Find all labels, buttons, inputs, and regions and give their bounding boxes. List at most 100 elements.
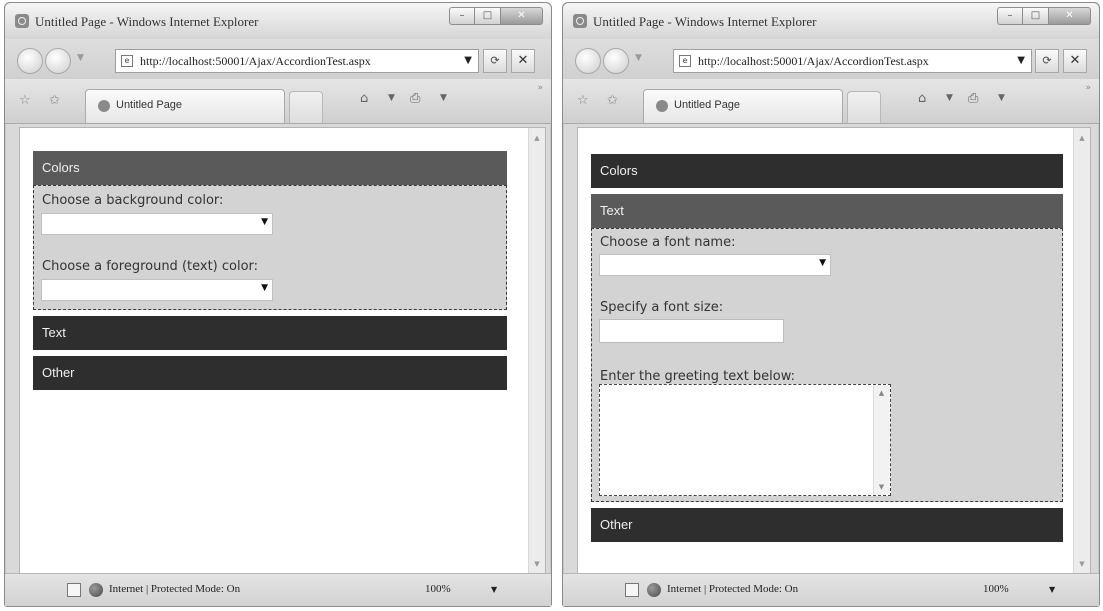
navigation-bar: ▼ e http://localhost:50001/Ajax/Accordio… [5,39,551,79]
foreground-color-select[interactable]: ▼ [41,279,273,301]
chevron-down-icon: ▼ [261,217,268,227]
home-dropdown-icon[interactable]: ▼ [946,93,953,103]
accordion-header-text[interactable]: Text [33,316,507,350]
tab-label: Untitled Page [116,99,183,111]
caption-buttons: – □ ✕ [997,7,1091,25]
zoom-level[interactable]: 100% [425,583,451,595]
internet-explorer-icon [573,14,587,28]
background-color-label: Choose a background color: [42,193,224,208]
security-zone-status[interactable]: Internet | Protected Mode: On [109,583,240,595]
scroll-up-icon[interactable]: ▲ [529,134,545,142]
font-name-select[interactable]: ▼ [599,254,831,276]
back-button[interactable] [575,48,601,74]
accordion-header-other[interactable]: Other [33,356,507,390]
accordion-panel-colors: Choose a background color: ▼ Choose a fo… [33,185,507,310]
close-window-button[interactable]: ✕ [1049,7,1091,25]
font-size-label: Specify a font size: [600,300,724,315]
page-content: Colors Text Choose a font name: ▼ Specif… [577,127,1091,575]
stop-button[interactable]: ✕ [511,49,535,73]
internet-explorer-icon [15,14,29,28]
title-bar[interactable]: Untitled Page - Windows Internet Explore… [5,3,551,39]
more-tools-chevron-icon[interactable]: » [537,83,543,93]
more-tools-chevron-icon[interactable]: » [1085,83,1091,93]
security-zone-status[interactable]: Internet | Protected Mode: On [667,583,798,595]
zoom-dropdown-icon[interactable]: ▼ [1049,585,1055,594]
command-bar: ☆ ✩ Untitled Page ⌂ ▼ ⎙ ▼ » [563,79,1099,124]
accordion-header-text[interactable]: Text [591,194,1063,228]
accordion-header-other[interactable]: Other [591,508,1063,542]
add-favorite-icon[interactable]: ✩ [607,93,618,108]
browser-window-left: Untitled Page - Windows Internet Explore… [4,2,552,607]
zoom-dropdown-icon[interactable]: ▼ [491,585,497,594]
status-bar: Internet | Protected Mode: On 100% ▼ [563,573,1099,606]
close-window-button[interactable]: ✕ [501,7,543,25]
refresh-button[interactable]: ⟳ [1035,49,1059,73]
page-icon: e [679,55,691,67]
new-tab-button[interactable] [847,91,881,123]
recent-pages-dropdown-icon[interactable]: ▼ [77,53,84,63]
add-favorite-icon[interactable]: ✩ [49,93,60,108]
scroll-up-icon[interactable]: ▲ [1074,134,1090,142]
address-dropdown-icon[interactable]: ▼ [464,55,472,66]
tab-untitled-page[interactable]: Untitled Page [643,89,843,123]
vertical-scrollbar[interactable]: ▲ ▼ [1073,128,1090,574]
print-dropdown-icon[interactable]: ▼ [440,93,447,103]
status-bar: Internet | Protected Mode: On 100% ▼ [5,573,551,606]
home-icon[interactable]: ⌂ [360,91,368,106]
new-tab-button[interactable] [289,91,323,123]
accordion-panel-text: Choose a font name: ▼ Specify a font siz… [591,228,1063,502]
stop-button[interactable]: ✕ [1063,49,1087,73]
tab-untitled-page[interactable]: Untitled Page [85,89,285,123]
vertical-scrollbar[interactable]: ▲ ▼ [528,128,545,574]
forward-button[interactable] [603,48,629,74]
browser-window-right: Untitled Page - Windows Internet Explore… [562,2,1100,607]
page-favicon-icon [656,100,668,112]
star-icon[interactable]: ☆ [19,93,31,108]
chevron-down-icon: ▼ [261,283,268,293]
font-size-input[interactable] [599,319,784,343]
star-icon[interactable]: ☆ [577,93,589,108]
address-dropdown-icon[interactable]: ▼ [1017,55,1025,66]
navigation-bar: ▼ e http://localhost:50001/Ajax/Accordio… [563,39,1099,79]
greeting-text-label: Enter the greeting text below: [600,369,796,384]
window-title: Untitled Page - Windows Internet Explore… [35,14,259,29]
page-icon: e [121,55,133,67]
globe-icon [647,583,661,597]
caption-buttons: – □ ✕ [449,7,543,25]
maximize-button[interactable]: □ [475,7,501,25]
globe-icon [89,583,103,597]
minimize-button[interactable]: – [997,7,1023,25]
home-dropdown-icon[interactable]: ▼ [388,93,395,103]
address-bar[interactable]: e http://localhost:50001/Ajax/AccordionT… [115,49,479,73]
page-status-icon [625,583,639,597]
print-dropdown-icon[interactable]: ▼ [998,93,1005,103]
command-bar: ☆ ✩ Untitled Page ⌂ ▼ ⎙ ▼ » [5,79,551,124]
background-color-select[interactable]: ▼ [41,213,273,235]
address-url[interactable]: http://localhost:50001/Ajax/AccordionTes… [698,54,1004,69]
scroll-down-icon[interactable]: ▼ [874,483,889,491]
page-status-icon [67,583,81,597]
home-icon[interactable]: ⌂ [918,91,926,106]
scroll-up-icon[interactable]: ▲ [874,389,889,397]
zoom-level[interactable]: 100% [983,583,1009,595]
window-title: Untitled Page - Windows Internet Explore… [593,14,817,29]
textarea-scrollbar[interactable]: ▲ ▼ [873,385,890,495]
greeting-textarea[interactable]: ▲ ▼ [599,384,891,496]
back-button[interactable] [17,48,43,74]
address-url[interactable]: http://localhost:50001/Ajax/AccordionTes… [140,54,450,69]
accordion-header-colors[interactable]: Colors [591,154,1063,188]
foreground-color-label: Choose a foreground (text) color: [42,259,259,274]
refresh-button[interactable]: ⟳ [483,49,507,73]
scroll-down-icon[interactable]: ▼ [529,560,545,568]
minimize-button[interactable]: – [449,7,475,25]
scroll-down-icon[interactable]: ▼ [1074,560,1090,568]
maximize-button[interactable]: □ [1023,7,1049,25]
title-bar[interactable]: Untitled Page - Windows Internet Explore… [563,3,1099,39]
chevron-down-icon: ▼ [819,258,826,268]
accordion-header-colors[interactable]: Colors [33,151,507,185]
forward-button[interactable] [45,48,71,74]
recent-pages-dropdown-icon[interactable]: ▼ [635,53,642,63]
printer-icon[interactable]: ⎙ [410,91,420,106]
address-bar[interactable]: e http://localhost:50001/Ajax/AccordionT… [673,49,1032,73]
printer-icon[interactable]: ⎙ [968,91,978,106]
